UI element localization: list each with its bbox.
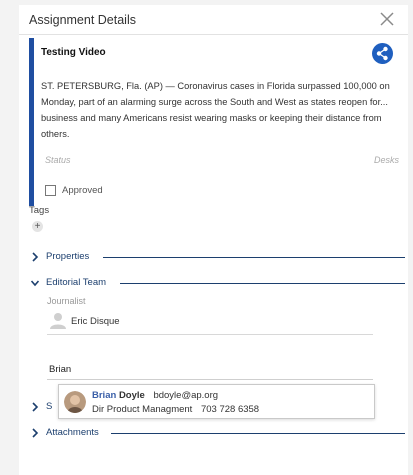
section-divider [111, 433, 405, 434]
suggestion-email: bdoyle@ap.org [153, 390, 219, 401]
section-divider [120, 283, 405, 284]
panel-title: Assignment Details [29, 13, 136, 27]
team-member-search-input[interactable] [47, 360, 373, 380]
suggestion-dropdown-item[interactable]: Brian Doyle bdoyle@ap.org Dir Product Ma… [58, 384, 375, 419]
approved-label: Approved [62, 185, 103, 196]
chevron-right-icon [32, 252, 39, 262]
section-divider [103, 257, 405, 258]
section-attachments-label: Attachments [46, 427, 99, 438]
assignment-card: Testing Video ST. PETERSBURG, Fla. (AP) … [29, 38, 399, 210]
tags-label: Tags [29, 205, 50, 216]
assignment-details-panel: Assignment Details Testing Video ST. PET… [19, 5, 408, 475]
desks-field[interactable]: Desks [374, 155, 399, 165]
approved-checkbox[interactable] [45, 185, 56, 196]
person-icon [50, 313, 66, 329]
close-icon[interactable] [380, 12, 394, 26]
chevron-down-icon [31, 280, 39, 287]
suggestion-name-line: Brian Doyle bdoyle@ap.org [92, 390, 218, 401]
body-line: Monday, part of an alarming surge across… [41, 97, 388, 107]
section-editorial-team-label: Editorial Team [46, 277, 107, 288]
share-icon [376, 46, 388, 61]
card-accent-bar [29, 38, 34, 206]
journalist-name[interactable]: Eric Disque [71, 316, 120, 327]
status-field[interactable]: Status [45, 155, 71, 165]
body-line: business and many Americans resist weari… [41, 113, 382, 123]
share-button[interactable] [372, 43, 393, 64]
section-attachments[interactable]: Attachments [31, 426, 406, 440]
card-body-text: ST. PETERSBURG, Fla. (AP) — Coronavirus … [41, 78, 394, 142]
section-partial-label: S [46, 401, 53, 412]
panel-header: Assignment Details [19, 5, 408, 35]
chevron-right-icon [32, 402, 39, 412]
journalist-label: Journalist [47, 296, 86, 306]
card-title: Testing Video [41, 47, 106, 58]
avatar [64, 391, 86, 413]
suggestion-phone: 703 728 6358 [200, 404, 260, 415]
chevron-right-icon [32, 428, 39, 438]
suggestion-detail-line: Dir Product Managment 703 728 6358 [92, 404, 259, 415]
section-editorial-team[interactable]: Editorial Team [31, 276, 406, 290]
suggestion-last-name: Doyle [118, 390, 145, 401]
add-tag-button[interactable]: + [32, 221, 43, 232]
suggestion-first-name: Brian [92, 390, 117, 401]
suggestion-title: Dir Product Managment [92, 404, 193, 415]
section-properties-label: Properties [46, 251, 90, 262]
section-properties[interactable]: Properties [31, 250, 406, 264]
body-line: others. [41, 129, 70, 139]
divider [47, 334, 373, 335]
body-line: ST. PETERSBURG, Fla. (AP) — Coronavirus … [41, 81, 390, 91]
